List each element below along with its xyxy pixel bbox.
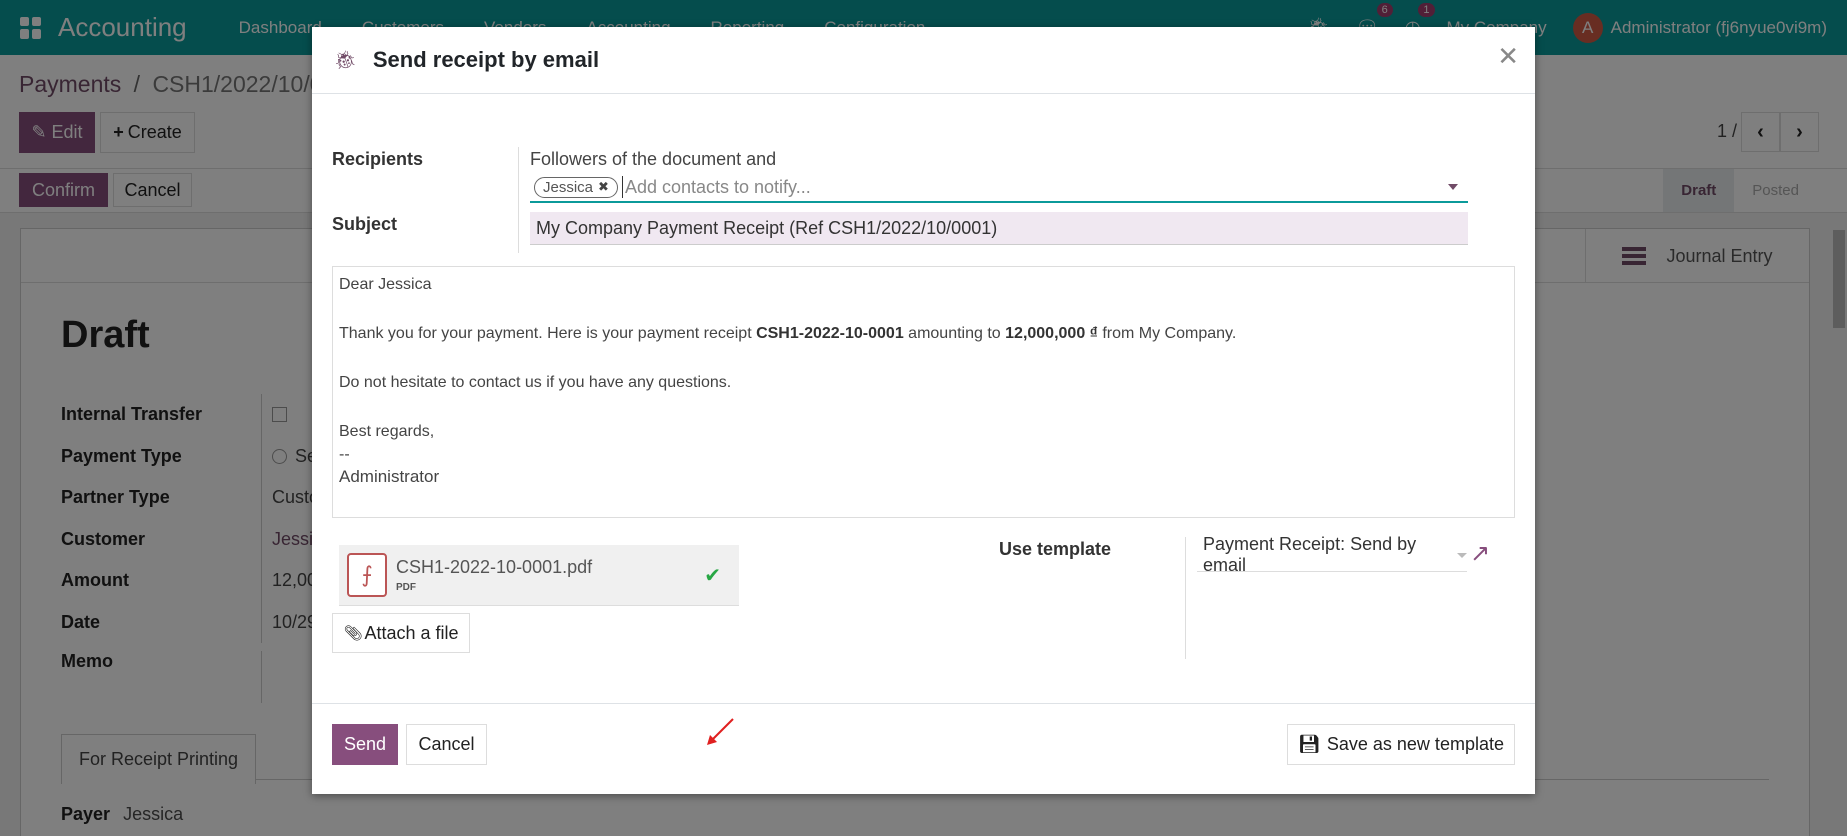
dropdown-caret-icon bbox=[1457, 552, 1467, 558]
send-button[interactable]: Send bbox=[332, 724, 398, 765]
recipient-tag-label: Jessica bbox=[543, 178, 594, 196]
dropdown-caret-icon[interactable] bbox=[1448, 184, 1458, 190]
template-select[interactable]: Payment Receipt: Send by email bbox=[1197, 534, 1467, 575]
attachment-type: PDF bbox=[396, 582, 416, 593]
recipients-label: Recipients bbox=[332, 149, 424, 169]
remove-tag-icon[interactable]: ✖ bbox=[598, 179, 609, 195]
recipients-field: Jessica ✖ bbox=[530, 173, 1468, 203]
recipient-tag: Jessica ✖ bbox=[534, 176, 618, 198]
attach-file-button[interactable]: 📎︎ Attach a file bbox=[332, 613, 470, 653]
recipients-input[interactable] bbox=[621, 176, 1448, 198]
body-greeting: Dear Jessica bbox=[339, 276, 432, 293]
template-value: Payment Receipt: Send by email bbox=[1203, 534, 1417, 575]
attachment-name: CSH1-2022-10-0001.pdf bbox=[396, 557, 593, 577]
subject-input[interactable] bbox=[530, 212, 1468, 245]
followers-text: Followers of the document and bbox=[530, 149, 777, 169]
receipt-amount: 12,000,000 ₫ bbox=[1005, 325, 1098, 342]
external-link-icon[interactable]: ↗ bbox=[1470, 539, 1490, 568]
subject-label: Subject bbox=[332, 214, 398, 234]
body-line2: Do not hesitate to contact us if you hav… bbox=[339, 374, 732, 391]
attachment-item[interactable]: ⨍ CSH1-2022-10-0001.pdf PDF ✔ bbox=[339, 545, 739, 606]
template-divider bbox=[1185, 537, 1186, 659]
body-signature: Administrator bbox=[339, 466, 440, 486]
email-body-editor[interactable]: Dear Jessica Thank you for your payment.… bbox=[332, 266, 1515, 518]
body-line1: Thank you for your payment. Here is your… bbox=[339, 325, 1237, 342]
attach-file-label: Attach a file bbox=[364, 622, 459, 643]
use-template-label: Use template bbox=[999, 539, 1112, 559]
body-closing: Best regards, bbox=[339, 423, 435, 440]
dialog-body: Recipients Followers of the document and… bbox=[312, 27, 1535, 794]
label-divider bbox=[518, 147, 519, 253]
pdf-file-icon: ⨍ bbox=[347, 553, 387, 597]
check-icon: ✔ bbox=[704, 565, 721, 587]
cancel-button[interactable]: Cancel bbox=[406, 724, 487, 765]
receipt-ref: CSH1-2022-10-0001 bbox=[756, 325, 904, 342]
floppy-disk-icon: 💾︎ bbox=[1298, 734, 1321, 754]
dialog-footer: Send Cancel 💾︎ Save as new template bbox=[312, 703, 1535, 794]
save-as-new-template-button[interactable]: 💾︎ Save as new template bbox=[1287, 724, 1515, 765]
send-receipt-dialog: 🐞︎ Send receipt by email ✕ Recipients Fo… bbox=[312, 27, 1535, 794]
save-template-label: Save as new template bbox=[1326, 734, 1504, 754]
body-signature-separator: -- bbox=[339, 445, 350, 463]
paperclip-icon: 📎︎ bbox=[343, 625, 363, 642]
